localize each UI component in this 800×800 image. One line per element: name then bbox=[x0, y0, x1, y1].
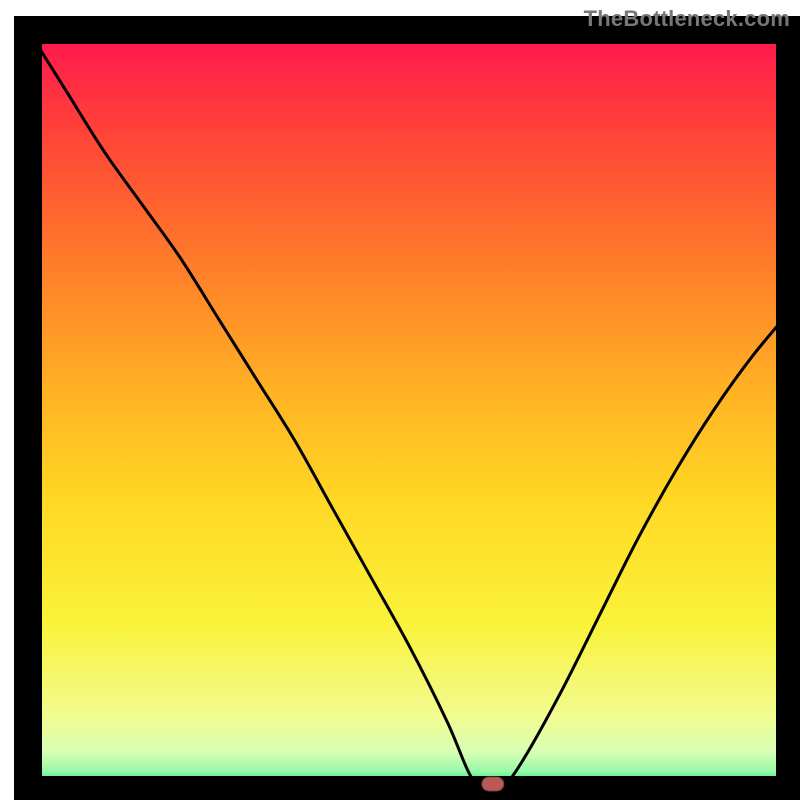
gradient-background bbox=[28, 30, 790, 790]
optimal-point-marker bbox=[482, 777, 504, 791]
watermark-text: TheBottleneck.com bbox=[584, 6, 790, 32]
chart-container: TheBottleneck.com bbox=[0, 0, 800, 800]
bottleneck-chart bbox=[0, 0, 800, 800]
